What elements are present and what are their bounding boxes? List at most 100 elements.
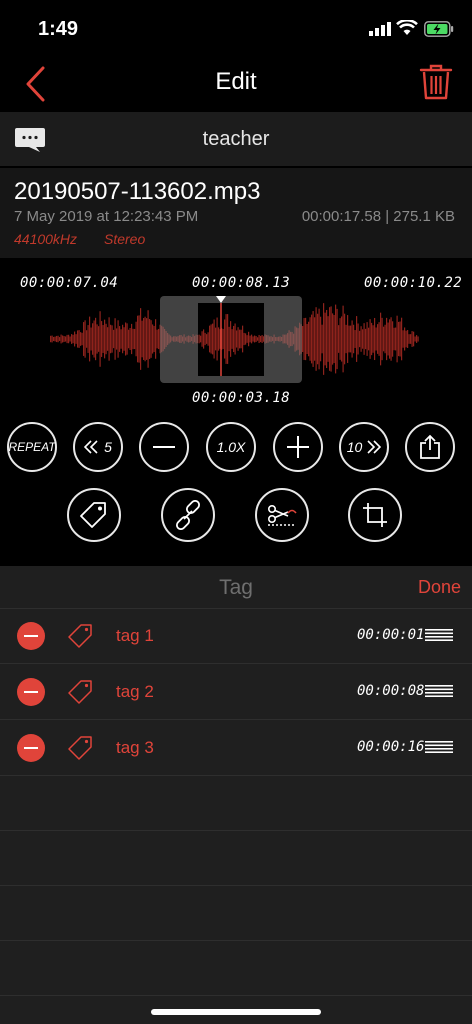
waveform-sample <box>134 328 136 350</box>
link-icon <box>175 500 201 530</box>
waveform-sample <box>128 329 130 349</box>
speed-down-button[interactable] <box>139 422 189 472</box>
waveform-sample <box>104 319 106 359</box>
delete-tag-button[interactable] <box>17 678 45 706</box>
delete-tag-button[interactable] <box>17 622 45 650</box>
waveform-sample <box>303 318 305 360</box>
tag-time: 00:00:16 <box>357 739 425 755</box>
waveform-sample <box>152 324 154 354</box>
reorder-handle-icon[interactable] <box>425 685 453 697</box>
waveform-sample <box>381 317 383 361</box>
waveform-sample <box>416 335 418 343</box>
waveform-sample <box>353 324 355 354</box>
tag-row[interactable]: tag 1 00:00:01 <box>0 608 472 664</box>
waveform-sample <box>369 319 371 359</box>
rewind-seconds: 5 <box>104 439 112 455</box>
waveform-sample <box>207 332 209 346</box>
waveform-sample <box>329 307 331 371</box>
cellular-signal-icon <box>369 22 391 36</box>
waveform-sample <box>84 320 86 358</box>
waveform-sample <box>365 328 367 350</box>
tag-section-title: Tag <box>219 576 253 599</box>
waveform-sample <box>335 304 337 374</box>
waveform-sample <box>255 336 257 342</box>
waveform-sample <box>93 320 95 358</box>
reorder-handle-icon[interactable] <box>425 741 453 753</box>
waveform-sample <box>138 315 140 363</box>
waveform-sample <box>327 316 329 362</box>
waveform-sample <box>398 321 400 357</box>
waveform-sample <box>218 327 220 351</box>
waveform-sample <box>86 330 88 348</box>
waveform-sample <box>108 317 110 361</box>
cut-button[interactable] <box>255 488 309 542</box>
done-button[interactable]: Done <box>418 577 461 598</box>
share-button[interactable] <box>405 422 455 472</box>
waveform-sample <box>123 327 125 351</box>
waveform-sample <box>60 334 62 344</box>
repeat-button[interactable]: REPEAT <box>7 422 57 472</box>
delete-tag-button[interactable] <box>17 734 45 762</box>
rewind-button[interactable]: 5 <box>73 422 123 472</box>
battery-charging-icon <box>424 21 454 37</box>
waveform-sample <box>413 331 415 347</box>
waveform-sample <box>324 312 326 366</box>
waveform-sample <box>263 336 265 342</box>
waveform-sample <box>323 303 325 375</box>
home-indicator[interactable] <box>151 1009 321 1015</box>
waveform-sample <box>338 325 340 353</box>
waveform-sample <box>401 317 403 361</box>
waveform-sample <box>332 313 334 365</box>
forward-button[interactable]: 10 <box>339 422 389 472</box>
recording-title[interactable]: teacher <box>0 128 472 151</box>
waveform-sample <box>87 325 89 353</box>
tag-row[interactable]: tag 3 00:00:16 <box>0 720 472 776</box>
waveform-sample <box>372 325 374 353</box>
waveform-sample <box>326 309 328 369</box>
waveform-sample <box>204 332 206 346</box>
waveform-sample <box>249 335 251 343</box>
waveform[interactable] <box>50 295 422 390</box>
waveform-sample <box>347 315 349 363</box>
waveform-sample <box>350 325 352 353</box>
waveform-sample <box>254 335 256 343</box>
speed-button[interactable]: 1.0X <box>206 422 256 472</box>
waveform-sample <box>201 331 203 347</box>
trash-icon[interactable] <box>419 63 453 101</box>
waveform-sample <box>116 328 118 350</box>
waveform-sample <box>351 320 353 358</box>
waveform-sample <box>78 330 80 348</box>
waveform-sample <box>306 323 308 355</box>
waveform-sample <box>362 329 364 349</box>
tag-row[interactable]: tag 2 00:00:08 <box>0 664 472 720</box>
page-title: Edit <box>215 68 257 95</box>
waveform-sample <box>407 330 409 348</box>
waveform-sample <box>390 317 392 361</box>
waveform-sample <box>131 323 133 355</box>
waveform-sample <box>357 323 359 355</box>
waveform-sample <box>414 336 416 342</box>
tag-icon <box>68 680 92 704</box>
waveform-sample <box>95 317 97 361</box>
tag-label: tag 1 <box>116 626 154 645</box>
waveform-sample <box>105 323 107 355</box>
waveform-sample <box>96 324 98 354</box>
waveform-sample <box>227 314 229 364</box>
waveform-sample <box>374 317 376 361</box>
link-button[interactable] <box>161 488 215 542</box>
waveform-sample <box>222 328 224 350</box>
waveform-sample <box>404 327 406 351</box>
waveform-sample <box>225 314 227 364</box>
waveform-sample <box>213 319 215 359</box>
waveform-sample <box>393 327 395 351</box>
waveform-sample <box>354 330 356 348</box>
tag-icon <box>68 624 92 648</box>
reorder-handle-icon[interactable] <box>425 629 453 641</box>
waveform-sample <box>389 319 391 359</box>
add-tag-button[interactable] <box>67 488 121 542</box>
crop-button[interactable] <box>348 488 402 542</box>
waveform-sample <box>156 329 158 349</box>
waveform-sample <box>69 336 71 342</box>
speed-up-button[interactable] <box>273 422 323 472</box>
waveform-sample <box>410 334 412 344</box>
